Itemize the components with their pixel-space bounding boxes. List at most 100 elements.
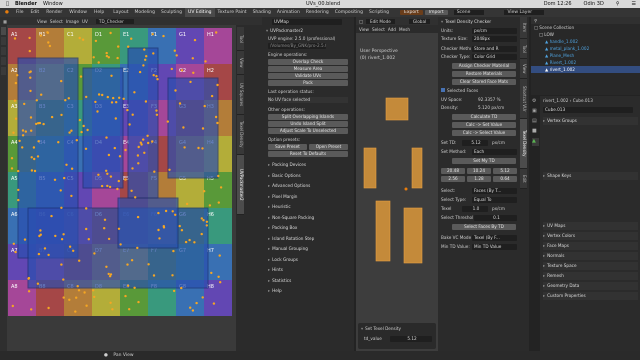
undo-island-split-button[interactable]: Undo Island Split bbox=[268, 121, 348, 127]
uv-island[interactable] bbox=[167, 77, 219, 179]
uv-vertex[interactable] bbox=[193, 38, 197, 42]
uv-vertex[interactable] bbox=[40, 93, 43, 96]
uv-editor-canvas[interactable]: A1B1C1D1E1F1G1H1A2B2C2D2E2F2G2H2A3B3C3D3… bbox=[0, 25, 236, 351]
uv-vertex[interactable] bbox=[156, 78, 159, 81]
uv-vertex[interactable] bbox=[57, 141, 60, 144]
uv-vertex[interactable] bbox=[38, 121, 42, 125]
props-section-normals[interactable]: ▸ Normals bbox=[543, 252, 638, 260]
uv-vertex[interactable] bbox=[32, 146, 36, 149]
uv-vertex[interactable] bbox=[72, 249, 75, 252]
uv-vertex[interactable] bbox=[85, 227, 88, 231]
uv-vertex[interactable] bbox=[171, 210, 174, 213]
checker-type-select[interactable]: Color Grid bbox=[472, 54, 517, 60]
uvp-section-help[interactable]: ▸ Help bbox=[268, 288, 352, 294]
uv-vertex[interactable] bbox=[136, 246, 139, 250]
uv-vertex[interactable] bbox=[201, 147, 204, 150]
uv-vertex[interactable] bbox=[203, 190, 206, 193]
tab-sculpting[interactable]: Sculpting bbox=[158, 8, 185, 17]
tab-scripting[interactable]: Scripting bbox=[366, 8, 392, 17]
apple-icon[interactable]:  bbox=[6, 1, 9, 7]
mesh-object[interactable] bbox=[411, 147, 423, 189]
select-mode-select[interactable]: Faces (By T... bbox=[472, 188, 517, 194]
uv-vertex[interactable] bbox=[85, 304, 88, 307]
props-section-custom-properties[interactable]: ▸ Custom Properties bbox=[543, 292, 638, 300]
outliner-item[interactable]: ▲ metal_plank_1.002 bbox=[531, 45, 640, 52]
uv-vertex[interactable] bbox=[108, 185, 112, 189]
units-select[interactable]: px/cm bbox=[472, 28, 517, 34]
uv-vertex[interactable] bbox=[137, 145, 140, 149]
uv-vertex[interactable] bbox=[188, 238, 191, 242]
uv-vertex[interactable] bbox=[136, 215, 140, 219]
uv-vertex[interactable] bbox=[37, 252, 41, 256]
uv-vertex[interactable] bbox=[93, 295, 96, 299]
uv-vertex[interactable] bbox=[143, 151, 146, 154]
uv-vertex[interactable] bbox=[62, 296, 65, 299]
uv-vertex[interactable] bbox=[60, 206, 63, 209]
uv-vertex[interactable] bbox=[12, 242, 15, 245]
uv-vertex[interactable] bbox=[105, 265, 108, 268]
vp-menu-select[interactable]: Select bbox=[372, 27, 385, 32]
output-props-icon[interactable]: ▤ bbox=[532, 118, 539, 126]
outliner-item[interactable]: ▲ Plane_Mesh bbox=[531, 52, 640, 59]
set-td-input[interactable]: 5.12 bbox=[462, 140, 488, 146]
uv-vertex[interactable] bbox=[109, 175, 113, 178]
uv-vertex[interactable] bbox=[13, 99, 17, 102]
uv-vertex[interactable] bbox=[217, 174, 220, 178]
uv-vertex[interactable] bbox=[60, 79, 63, 83]
threshold-input[interactable]: 0.1 bbox=[474, 215, 517, 221]
vp-menu-add[interactable]: Add bbox=[388, 27, 396, 32]
uv-vertex[interactable] bbox=[151, 140, 154, 143]
uv-vertex[interactable] bbox=[94, 100, 97, 104]
scale-tool-icon[interactable] bbox=[1, 67, 6, 75]
uv-vertex[interactable] bbox=[110, 74, 113, 77]
preset-20-48-button[interactable]: 20.48 bbox=[441, 168, 465, 174]
uv-vertex[interactable] bbox=[171, 274, 174, 277]
reset-defaults-button[interactable]: Reset To Defaults bbox=[268, 151, 348, 157]
uv-vertex[interactable] bbox=[180, 229, 184, 232]
menu-render[interactable]: Render bbox=[44, 10, 64, 15]
uv-vertex[interactable] bbox=[105, 136, 108, 139]
uv-vertex[interactable] bbox=[30, 308, 33, 311]
uv-vertex[interactable] bbox=[70, 194, 73, 198]
uv-vertex[interactable] bbox=[63, 176, 66, 180]
uv-vertex[interactable] bbox=[170, 67, 173, 71]
tab-edit[interactable]: Edit bbox=[520, 169, 527, 189]
assign-checker-button[interactable]: Assign Checker Material bbox=[452, 63, 516, 69]
overlap-check-button[interactable]: Overlap Check bbox=[268, 59, 348, 65]
uv-vertex[interactable] bbox=[202, 219, 205, 222]
pack-button[interactable]: Pack bbox=[268, 80, 348, 86]
uv-vertex[interactable] bbox=[106, 184, 109, 188]
uv-vertex[interactable] bbox=[101, 93, 104, 97]
bake-vc-select[interactable]: Texel (By F... bbox=[472, 235, 517, 241]
uv-vertex[interactable] bbox=[50, 214, 53, 218]
uv-vertex[interactable] bbox=[36, 155, 40, 158]
tab-uv-editing[interactable]: UV Editing bbox=[185, 8, 215, 17]
uv-vertex[interactable] bbox=[137, 162, 140, 165]
uv-vertex[interactable] bbox=[80, 130, 83, 134]
uv-vertex[interactable] bbox=[142, 138, 145, 141]
uv-vertex[interactable] bbox=[79, 75, 83, 78]
uv-vertex[interactable] bbox=[155, 75, 158, 78]
uvp-section-island-rotation-step[interactable]: ▸ Island Rotation Step bbox=[268, 236, 352, 242]
uv-vertex[interactable] bbox=[157, 211, 160, 215]
uv-vertex[interactable] bbox=[27, 290, 31, 293]
uv-vertex[interactable] bbox=[127, 45, 130, 48]
uv-vertex[interactable] bbox=[152, 52, 155, 55]
uv-vertex[interactable] bbox=[64, 99, 67, 102]
mesh-data-props-icon[interactable]: ▲ bbox=[532, 138, 539, 146]
menu-help[interactable]: Help bbox=[92, 10, 106, 15]
uvp-section-packing-devices[interactable]: ▸ Packing Devices bbox=[268, 162, 352, 168]
uv-vertex[interactable] bbox=[11, 304, 14, 308]
uv-vertex[interactable] bbox=[178, 224, 181, 228]
rotate-tool-icon[interactable] bbox=[1, 57, 6, 65]
uvp-section-hints[interactable]: ▸ Hints bbox=[268, 267, 352, 273]
uv-vertex[interactable] bbox=[130, 189, 133, 192]
uv-vertex[interactable] bbox=[111, 308, 114, 311]
uv-vertex[interactable] bbox=[100, 184, 104, 188]
uv-vertex[interactable] bbox=[85, 207, 88, 210]
tab-shortcut[interactable]: Shortcut VUr bbox=[520, 79, 527, 119]
uv-vertex[interactable] bbox=[219, 186, 223, 189]
uv-vertex[interactable] bbox=[62, 278, 65, 281]
uv-vertex[interactable] bbox=[28, 71, 31, 74]
uv-vertex[interactable] bbox=[114, 117, 118, 120]
